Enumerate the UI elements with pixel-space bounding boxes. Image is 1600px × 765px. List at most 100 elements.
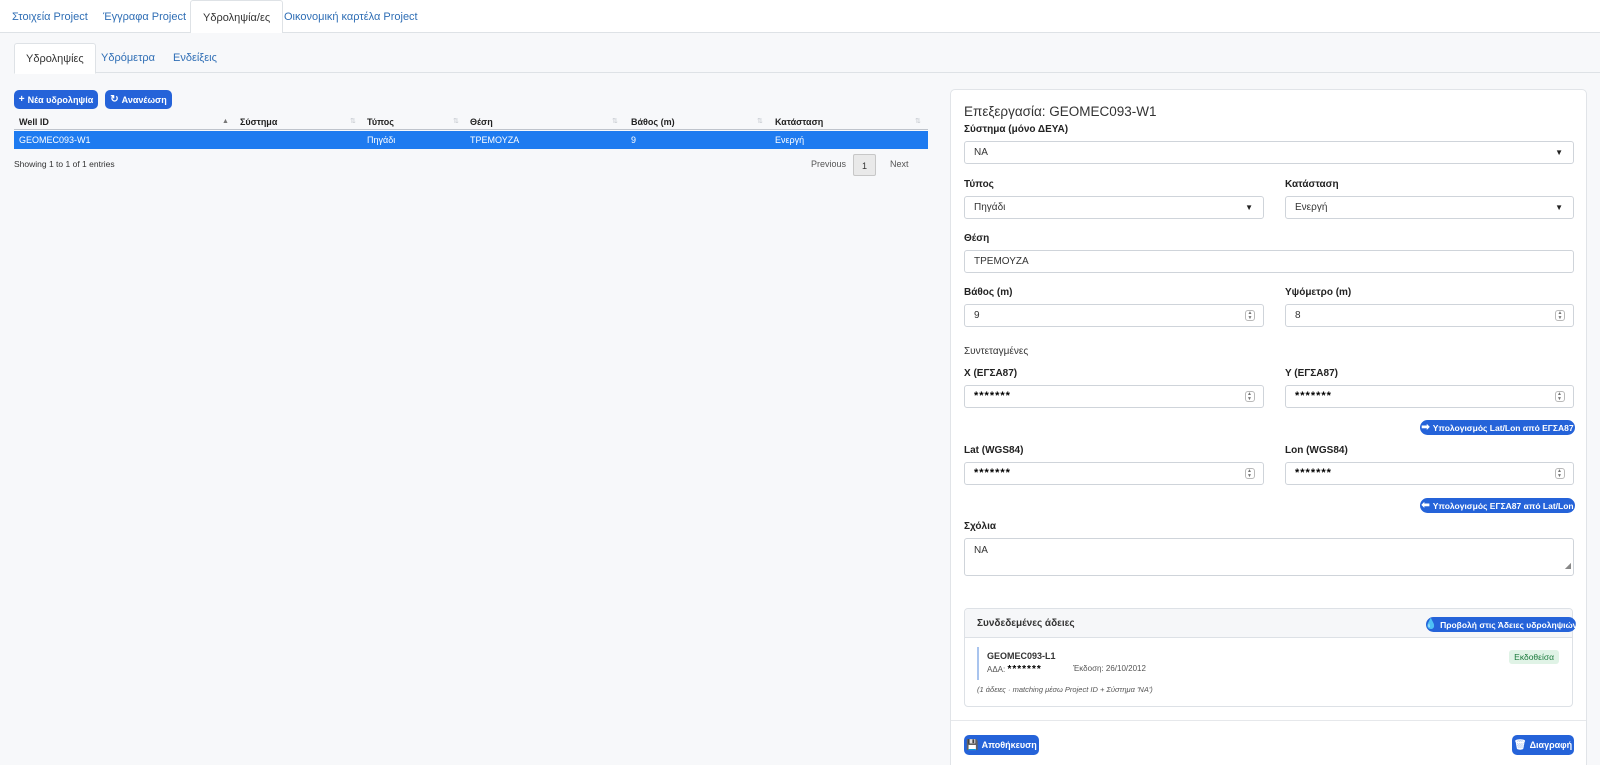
spinner-icon[interactable]: ▲ ▼ [1245, 391, 1255, 402]
spinner-icon[interactable]: ▲ ▼ [1245, 468, 1255, 479]
permit-id: GEOMEC093-L1 [987, 651, 1056, 661]
new-intake-button[interactable]: + Νέα υδροληψία [14, 90, 98, 109]
cell-depth: 9 [631, 135, 637, 145]
sort-asc-icon: ▲ [222, 118, 229, 125]
tab-project-details[interactable]: Στοιχεία Project [0, 0, 100, 33]
refresh-label: Ανανέωση [121, 94, 167, 105]
permit-item[interactable]: GEOMEC093-L1 ΑΔΑ: ******* Έκδοση: 26/10/… [977, 647, 1561, 680]
spinner-icon[interactable]: ▲ ▼ [1555, 310, 1565, 321]
refresh-button[interactable]: ↻ Ανανέωση [105, 90, 172, 109]
sort-icon: ⇅ [453, 118, 459, 125]
top-tab-bar: Στοιχεία Project Έγγραφα Project Υδροληψ… [0, 0, 1600, 34]
permit-ada-label: ΑΔΑ: [987, 665, 1006, 674]
col-depth[interactable]: Βάθος (m) [631, 114, 675, 130]
linked-permits-header: Συνδεδεμένες άδειες 💧 Προβολή στις Άδειε… [965, 609, 1577, 638]
status-badge: Εκδοθείσα [1509, 650, 1559, 664]
droplet-icon: 💧 [1424, 619, 1438, 630]
view-permits-button[interactable]: 💧 Προβολή στις Άδειες υδροληψιών [1424, 617, 1578, 632]
spinner-icon[interactable]: ▲ ▼ [1555, 391, 1565, 402]
status-select[interactable]: Ενεργή ▼ [1285, 196, 1574, 219]
main-content: Υδροληψίες Υδρόμετρα Ενδείξεις + Νέα υδρ… [0, 33, 1600, 765]
arrow-right-icon: ➡ [1421, 422, 1430, 433]
tab-project-documents[interactable]: Έγγραφα Project [91, 0, 198, 33]
system-label: Σύστημα (μόνο ΔΕΥΑ) [964, 124, 1069, 135]
tab-financial-card[interactable]: Οικονομική καρτέλα Project [272, 0, 430, 33]
table-row[interactable]: GEOMEC093-W1 Πηγάδι ΤΡΕΜΟΥΖΑ 9 Ενεργή [14, 131, 928, 149]
edit-panel: Επεξεργασία: GEOMEC093-W1 Σύστημα (μόνο … [950, 89, 1587, 765]
sort-icon: ⇅ [915, 118, 921, 125]
subtab-readings[interactable]: Ενδείξεις [162, 43, 228, 73]
x-value: ******* [974, 390, 1011, 402]
status-select-value: Ενεργή [1295, 202, 1328, 213]
spinner-icon[interactable]: ▲ ▼ [1555, 468, 1565, 479]
y-label: Y (ΕΓΣΑ87) [1285, 368, 1338, 379]
type-label: Τύπος [964, 179, 994, 190]
chevron-down-icon: ▼ [1245, 203, 1253, 212]
cell-location: ΤΡΕΜΟΥΖΑ [470, 135, 520, 145]
y-value: ******* [1295, 390, 1332, 402]
refresh-icon: ↻ [110, 94, 119, 105]
pagination-page[interactable]: 1 [853, 154, 876, 176]
altitude-value: 8 [1295, 310, 1301, 321]
col-location[interactable]: Θέση [470, 114, 493, 130]
lon-label: Lon (WGS84) [1285, 445, 1348, 456]
cell-type: Πηγάδι [367, 135, 396, 145]
arrow-left-icon: ⬅ [1421, 500, 1430, 511]
pagination-next[interactable]: Next [890, 154, 909, 174]
col-type[interactable]: Τύπος [367, 114, 394, 130]
calc-latlon-button[interactable]: ➡ Υπολογισμός Lat/Lon από ΕΓΣΑ87 [1420, 420, 1575, 435]
sub-tab-bar: Υδροληψίες Υδρόμετρα Ενδείξεις [14, 43, 1600, 74]
save-icon: 💾 [966, 739, 979, 751]
depth-input[interactable]: 9 ▲ ▼ [964, 304, 1264, 327]
subtab-meters[interactable]: Υδρόμετρα [90, 43, 166, 73]
view-permits-label: Προβολή στις Άδειες υδροληψιών [1440, 619, 1578, 630]
lon-value: ******* [1295, 467, 1332, 479]
depth-value: 9 [974, 310, 980, 321]
sort-icon: ⇅ [350, 118, 356, 125]
permit-ada-value: ******* [1007, 664, 1042, 675]
comments-textarea[interactable]: NA ◢ [964, 538, 1574, 576]
plus-icon: + [18, 94, 25, 105]
status-label: Κατάσταση [1285, 179, 1339, 190]
delete-button[interactable]: 🗑 Διαγραφή [1512, 735, 1574, 755]
spinner-icon[interactable]: ▲ ▼ [1245, 310, 1255, 321]
col-system[interactable]: Σύστημα [240, 114, 277, 130]
calc-egsa-button[interactable]: ⬅ Υπολογισμός ΕΓΣΑ87 από Lat/Lon [1420, 498, 1575, 513]
permit-match-note: (1 άδειες · matching μέσω Project ID + Σ… [977, 685, 1153, 694]
save-button[interactable]: 💾 Αποθήκευση [964, 735, 1039, 755]
pagination-previous[interactable]: Previous [811, 154, 846, 174]
system-select[interactable]: NA ▼ [964, 141, 1574, 164]
chevron-down-icon: ▼ [1555, 203, 1563, 212]
linked-permits-title: Συνδεδεμένες άδειες [977, 618, 1075, 629]
altitude-input[interactable]: 8 ▲ ▼ [1285, 304, 1574, 327]
table-header: Well ID ▲ Σύστημα ⇅ Τύπος ⇅ Θέση ⇅ Βάθος… [14, 114, 928, 130]
delete-label: Διαγραφή [1529, 740, 1573, 750]
type-select[interactable]: Πηγάδι ▼ [964, 196, 1264, 219]
lat-input[interactable]: ******* ▲ ▼ [964, 462, 1264, 485]
cell-well-id: GEOMEC093-W1 [19, 135, 91, 145]
col-status[interactable]: Κατάσταση [775, 114, 823, 130]
cell-status: Ενεργή [775, 135, 805, 145]
x-label: X (ΕΓΣΑ87) [964, 368, 1018, 379]
subtab-intakes[interactable]: Υδροληψίες [14, 43, 96, 74]
calc-egsa-label: Υπολογισμός ΕΓΣΑ87 από Lat/Lon [1432, 500, 1574, 511]
chevron-down-icon: ▼ [1555, 148, 1563, 157]
divider [951, 720, 1586, 721]
permit-ada: ΑΔΑ: ******* [987, 664, 1042, 675]
x-input[interactable]: ******* ▲ ▼ [964, 385, 1264, 408]
depth-label: Βάθος (m) [964, 287, 1013, 298]
table-info: Showing 1 to 1 of 1 entries [14, 159, 115, 169]
edit-title: Επεξεργασία: GEOMEC093-W1 [964, 104, 1157, 119]
save-label: Αποθήκευση [981, 740, 1037, 750]
tab-water-intakes[interactable]: Υδροληψία/ες [190, 0, 284, 34]
resize-handle-icon[interactable]: ◢ [1565, 559, 1571, 573]
coords-heading: Συντεταγμένες [964, 346, 1029, 357]
new-intake-label: Νέα υδροληψία [27, 94, 94, 105]
linked-permits-card: Συνδεδεμένες άδειες 💧 Προβολή στις Άδειε… [964, 608, 1577, 707]
y-input[interactable]: ******* ▲ ▼ [1285, 385, 1574, 408]
calc-latlon-label: Υπολογισμός Lat/Lon από ΕΓΣΑ87 [1432, 422, 1574, 433]
lon-input[interactable]: ******* ▲ ▼ [1285, 462, 1574, 485]
col-well-id[interactable]: Well ID [19, 114, 49, 130]
lat-label: Lat (WGS84) [964, 445, 1024, 456]
location-input[interactable]: ΤΡΕΜΟΥΖΑ [964, 250, 1574, 273]
